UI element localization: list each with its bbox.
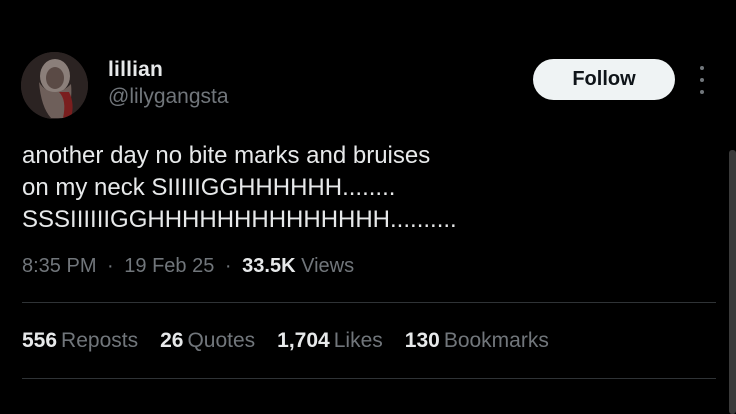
bookmarks-count: 130 — [404, 329, 440, 352]
follow-button[interactable]: Follow — [533, 59, 675, 100]
more-vertical-icon[interactable] — [695, 66, 709, 94]
tweet-time[interactable]: 8:35 PM — [22, 255, 96, 277]
views-label: Views — [301, 255, 355, 277]
likes-stat[interactable]: 1,704 Likes — [277, 329, 383, 353]
engagement-stats: 556 Reposts 26 Quotes 1,704 Likes 130 Bookma… — [22, 329, 571, 353]
bookmarks-stat[interactable]: 130 Bookmarks — [405, 329, 549, 353]
scrollbar[interactable] — [729, 150, 736, 414]
views-count: 33.5K — [242, 255, 296, 277]
quotes-label: Quotes — [187, 329, 256, 352]
likes-count: 1,704 — [277, 329, 330, 352]
tweet-date[interactable]: 19 Feb 25 — [124, 255, 214, 277]
author-display-name[interactable]: lillian — [108, 58, 163, 82]
tweet-line: another day no bite marks and bruises — [22, 142, 431, 169]
likes-label: Likes — [333, 329, 383, 352]
divider — [22, 302, 716, 303]
quotes-stat[interactable]: 26 Quotes — [160, 329, 255, 353]
tweet-text: another day no bite marks and bruises on… — [22, 140, 702, 236]
meta-separator: · — [107, 255, 114, 277]
more-dot — [700, 90, 704, 94]
more-dot — [700, 78, 704, 82]
meta-separator: · — [224, 255, 232, 277]
reposts-label: Reposts — [61, 329, 139, 352]
tweet-line: on my neck SIIIIIGGHHHHHH........ — [22, 174, 396, 201]
more-dot — [700, 66, 704, 70]
avatar[interactable] — [21, 52, 88, 119]
author-handle[interactable]: @lilygangsta — [108, 85, 229, 109]
avatar-image — [21, 52, 88, 119]
quotes-count: 26 — [160, 329, 184, 352]
reposts-count: 556 — [22, 329, 58, 352]
tweet-line: SSSIIIIIIGGHHHHHHHHHHHHHH.......... — [22, 206, 457, 233]
divider — [22, 378, 716, 379]
tweet-meta: 8:35 PM · 19 Feb 25 · 33.5K Views — [22, 255, 354, 278]
bookmarks-label: Bookmarks — [443, 329, 549, 352]
reposts-stat[interactable]: 556 Reposts — [22, 329, 138, 353]
